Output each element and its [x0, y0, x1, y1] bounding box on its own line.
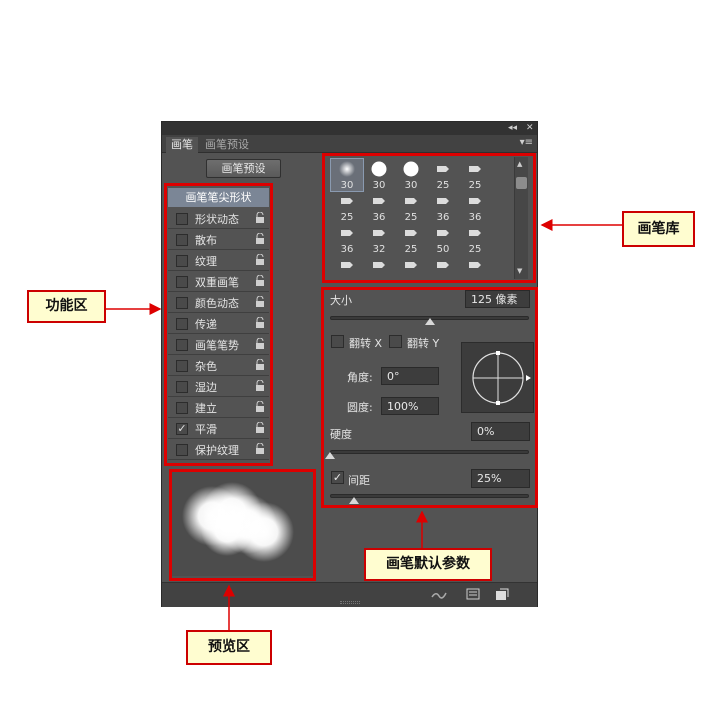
callout-function-area: 功能区	[27, 290, 106, 323]
callout-arrows	[106, 219, 622, 630]
callout-default-params: 画笔默认参数	[364, 548, 492, 581]
callout-brush-library: 画笔库	[622, 211, 695, 247]
callout-preview-area: 预览区	[186, 630, 272, 665]
